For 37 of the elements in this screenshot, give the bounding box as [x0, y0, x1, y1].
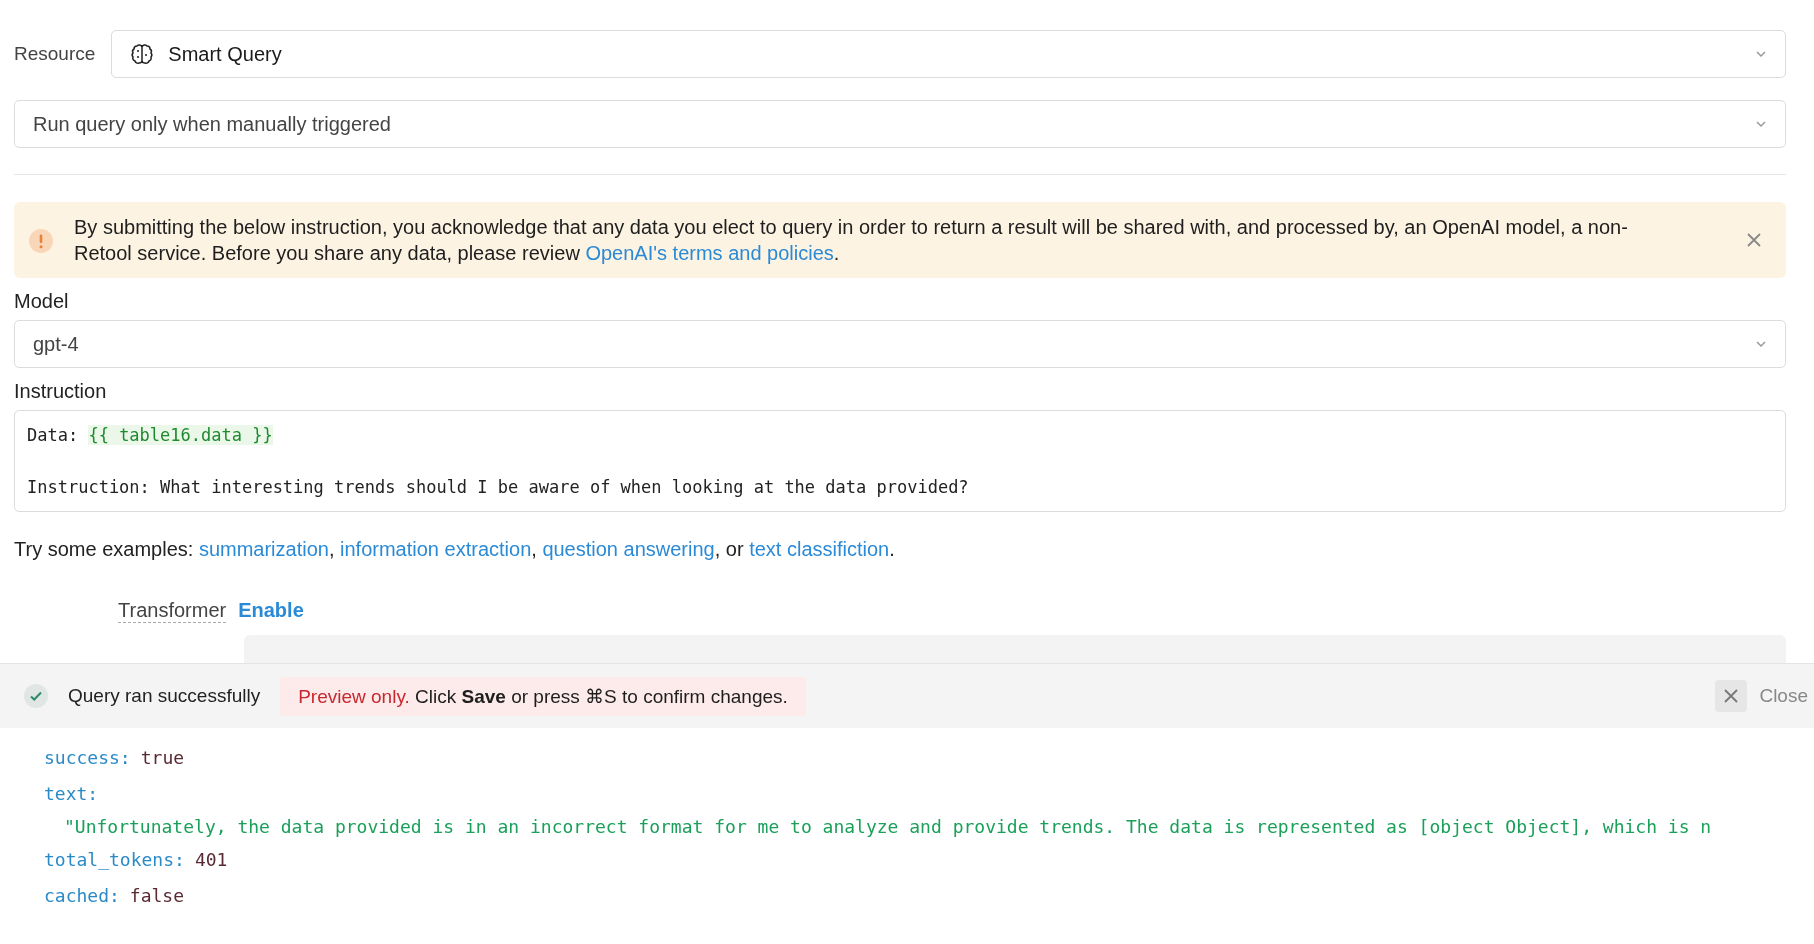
notice-text: By submitting the below instruction, you acknowledge that any data you elect to query in order to return a result will be shared with, and processed by, an OpenAI model, a non-Retool service. Before you share any data, please review OpenAI's terms and policies.	[74, 215, 1629, 266]
transformer-label: Transformer	[118, 599, 227, 623]
warning-icon	[28, 228, 54, 254]
trigger-select[interactable]: Run query only when manually triggered	[14, 100, 1786, 148]
output-key: cached:	[44, 885, 120, 906]
output-key: total_tokens:	[44, 849, 185, 870]
instruction-label: Instruction	[14, 380, 108, 403]
chevron-down-icon	[1755, 340, 1767, 348]
status-text: Query ran successfully	[68, 685, 261, 707]
example-link[interactable]: information extraction	[340, 538, 532, 560]
chevron-down-icon	[1755, 50, 1767, 58]
chevron-down-icon	[1755, 120, 1767, 128]
close-icon[interactable]	[1715, 680, 1748, 712]
example-link[interactable]: question answering	[542, 538, 715, 560]
output-value: "Unfortunately, the data provided is in an incorrect format for me to analyze and provide trends. The data is represented as [object Object], which is n	[63, 815, 1713, 839]
resource-select[interactable]: Smart Query	[111, 30, 1786, 78]
preview-notice: Preview only. Click Save or press ⌘S to confirm changes.	[280, 676, 806, 716]
example-link[interactable]: text classifiction	[749, 538, 890, 560]
model-label: Model	[14, 290, 70, 313]
brain-icon	[130, 42, 155, 66]
output-value: 401	[194, 849, 228, 870]
enable-link[interactable]: Enable	[238, 599, 304, 623]
resource-label: Resource	[14, 43, 96, 65]
output-value: true	[140, 747, 185, 768]
output-key: success:	[44, 747, 131, 768]
model-select[interactable]: gpt-4	[14, 320, 1786, 368]
examples-text: Try some examples: summarization, information extraction, question answering, or text classifiction.	[14, 538, 896, 561]
code-text: Data:	[27, 425, 80, 445]
terms-link[interactable]: OpenAI's terms and policies	[585, 242, 834, 264]
instruction-editor[interactable]: Data: {{ table16.data }} Instruction: What interesting trends should I be aware of when looking at the data provided?	[14, 410, 1786, 512]
output-value: false	[129, 885, 185, 906]
output-key: text:	[44, 783, 99, 804]
check-icon	[24, 684, 48, 708]
close-button[interactable]: Close	[1747, 685, 1814, 707]
example-link[interactable]: summarization	[198, 538, 329, 560]
template-binding: {{ table16.data }}	[88, 425, 273, 445]
code-text: Instruction: What interesting trends should I be aware of when looking at the data provided?	[27, 477, 969, 497]
